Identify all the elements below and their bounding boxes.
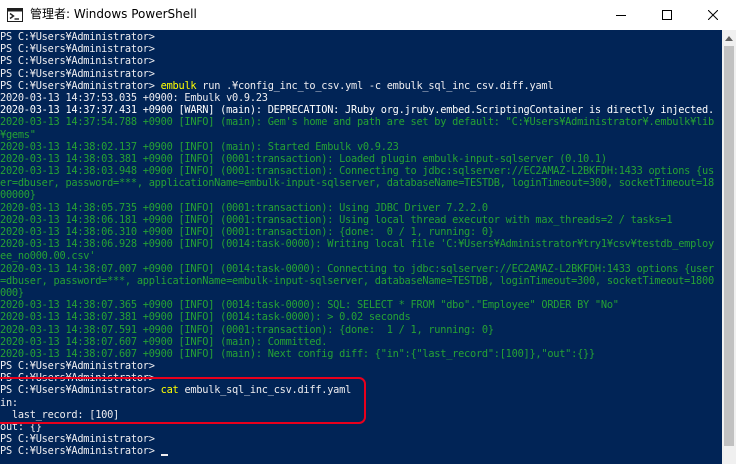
log-line-info: 000} xyxy=(0,286,24,299)
window-title: 管理者: Windows PowerShell xyxy=(30,7,197,21)
console-line: 2020-03-13 14:37:54.788 +0900 [INFO] (ma… xyxy=(0,116,714,128)
scroll-thumb[interactable] xyxy=(724,46,734,446)
console-line: PS C:¥Users¥Administrator> embulk run .¥… xyxy=(0,80,714,92)
log-line-info: 2020-03-13 14:38:06.310 +0900 [INFO] (00… xyxy=(0,226,494,238)
console-line: 2020-03-13 14:37:53.035 +0900: Embulk v0… xyxy=(0,92,714,104)
log-line-info: 2020-03-13 14:38:07.607 +0900 [INFO] (ma… xyxy=(0,335,328,348)
maximize-icon xyxy=(662,10,672,20)
console-line: er=dbuser, password=***, applicationName… xyxy=(0,177,714,189)
console-line: 2020-03-13 14:37:37.431 +0900 [WARN] (ma… xyxy=(0,104,714,116)
powershell-window: 管理者: Windows PowerShell PS C:¥Users¥Admi… xyxy=(0,0,736,464)
console-line: 2020-03-13 14:38:05.735 +0900 [INFO] (00… xyxy=(0,202,714,214)
console-line: 2020-03-13 14:38:07.007 +0900 [INFO] (00… xyxy=(0,263,714,275)
log-line-info: 2020-03-13 14:38:07.381 +0900 [INFO] (00… xyxy=(0,311,411,324)
console-line: 00000} xyxy=(0,189,714,201)
log-line-warn: 2020-03-13 14:37:37.431 +0900 [WARN] (ma… xyxy=(0,104,714,117)
text-cursor xyxy=(160,454,168,457)
prompt-text: PS C:¥Users¥Administrator> xyxy=(0,433,155,446)
console-line: 2020-03-13 14:38:07.365 +0900 [INFO] (00… xyxy=(0,299,714,311)
prompt-text: PS C:¥Users¥Administrator> xyxy=(0,43,155,56)
console-line: PS C:¥Users¥Administrator> xyxy=(0,433,714,445)
maximize-button[interactable] xyxy=(644,0,690,30)
console-line: 2020-03-13 14:38:06.181 +0900 [INFO] (00… xyxy=(0,214,714,226)
console-line: 2020-03-13 14:38:06.310 +0900 [INFO] (00… xyxy=(0,226,714,238)
log-line-info: 2020-03-13 14:38:03.381 +0900 [INFO] (00… xyxy=(0,152,607,165)
log-line-info: 2020-03-13 14:38:07.365 +0900 [INFO] (00… xyxy=(0,299,619,312)
prompt-text: PS C:¥Users¥Administrator> xyxy=(0,67,155,80)
prompt-text: PS C:¥Users¥Administrator> xyxy=(0,55,155,68)
prompt-text: PS C:¥Users¥Administrator> xyxy=(0,360,155,373)
log-line-info: 2020-03-13 14:38:03.948 +0900 [INFO] (00… xyxy=(0,165,714,178)
scroll-up-arrow-icon xyxy=(725,35,733,41)
prompt-text: PS C:¥Users¥Administrator> xyxy=(0,79,161,92)
log-line-info: 2020-03-13 14:37:54.788 +0900 [INFO] (ma… xyxy=(0,116,714,129)
vertical-scrollbar[interactable] xyxy=(722,30,736,464)
console-line: ¥gems" xyxy=(0,129,714,141)
log-line-info: 2020-03-13 14:38:05.735 +0900 [INFO] (00… xyxy=(0,201,488,214)
console-line: 2020-03-13 14:38:02.137 +0900 [INFO] (ma… xyxy=(0,141,714,153)
log-line-info: 2020-03-13 14:38:06.181 +0900 [INFO] (00… xyxy=(0,213,673,226)
log-line-info: ¥gems" xyxy=(0,128,36,141)
console-line: PS C:¥Users¥Administrator> xyxy=(0,31,714,43)
console-output[interactable]: PS C:¥Users¥Administrator> PS C:¥Users¥Ad… xyxy=(0,30,722,464)
highlight-annotation xyxy=(0,377,366,424)
log-line-info: 00000} xyxy=(0,189,36,202)
console-line: ee_no000.00.csv' xyxy=(0,250,714,262)
console-line: =dbuser, password=***, applicationName=e… xyxy=(0,275,714,287)
console-line: 000} xyxy=(0,287,714,299)
console-line: 2020-03-13 14:38:03.381 +0900 [INFO] (00… xyxy=(0,153,714,165)
log-line-info: =dbuser, password=***, applicationName=e… xyxy=(0,274,714,287)
scroll-up-button[interactable] xyxy=(722,30,736,46)
console-line: 2020-03-13 14:38:06.928 +0900 [INFO] (00… xyxy=(0,238,714,250)
minimize-button[interactable] xyxy=(598,0,644,30)
output-line: 2020-03-13 14:37:53.035 +0900: Embulk v0… xyxy=(0,91,268,104)
console-line: PS C:¥Users¥Administrator> xyxy=(0,360,714,372)
log-line-info: 2020-03-13 14:38:07.591 +0900 [INFO] (00… xyxy=(0,323,494,336)
command-args: run .¥config_inc_to_csv.yml -c embulk_sq… xyxy=(196,79,554,92)
console-line: PS C:¥Users¥Administrator> xyxy=(0,43,714,55)
console-line: 2020-03-13 14:38:07.607 +0900 [INFO] (ma… xyxy=(0,348,714,360)
console-line: PS C:¥Users¥Administrator> xyxy=(0,445,714,457)
command-name: embulk xyxy=(160,79,197,92)
log-line-info: er=dbuser, password=***, applicationName… xyxy=(0,177,714,190)
close-button[interactable] xyxy=(690,0,736,30)
console-line: 2020-03-13 14:38:07.607 +0900 [INFO] (ma… xyxy=(0,336,714,348)
log-line-info: ee_no000.00.csv' xyxy=(0,250,96,263)
prompt-text: PS C:¥Users¥Administrator> xyxy=(0,445,161,458)
log-line-info: 2020-03-13 14:38:06.928 +0900 [INFO] (00… xyxy=(0,238,714,251)
console-line: PS C:¥Users¥Administrator> xyxy=(0,55,714,67)
powershell-icon xyxy=(7,8,23,22)
minimize-icon xyxy=(616,15,626,16)
log-line-info: 2020-03-13 14:38:07.007 +0900 [INFO] (00… xyxy=(0,262,714,275)
close-icon xyxy=(708,10,718,20)
prompt-text: PS C:¥Users¥Administrator> xyxy=(0,31,155,43)
console-line: 2020-03-13 14:38:07.591 +0900 [INFO] (00… xyxy=(0,324,714,336)
log-line-info: 2020-03-13 14:38:02.137 +0900 [INFO] (ma… xyxy=(0,140,399,153)
log-line-info: 2020-03-13 14:38:07.607 +0900 [INFO] (ma… xyxy=(0,347,595,360)
console-line: 2020-03-13 14:38:03.948 +0900 [INFO] (00… xyxy=(0,165,714,177)
console-line: PS C:¥Users¥Administrator> xyxy=(0,68,714,80)
title-bar[interactable]: 管理者: Windows PowerShell xyxy=(0,0,736,30)
console-line: 2020-03-13 14:38:07.381 +0900 [INFO] (00… xyxy=(0,311,714,323)
